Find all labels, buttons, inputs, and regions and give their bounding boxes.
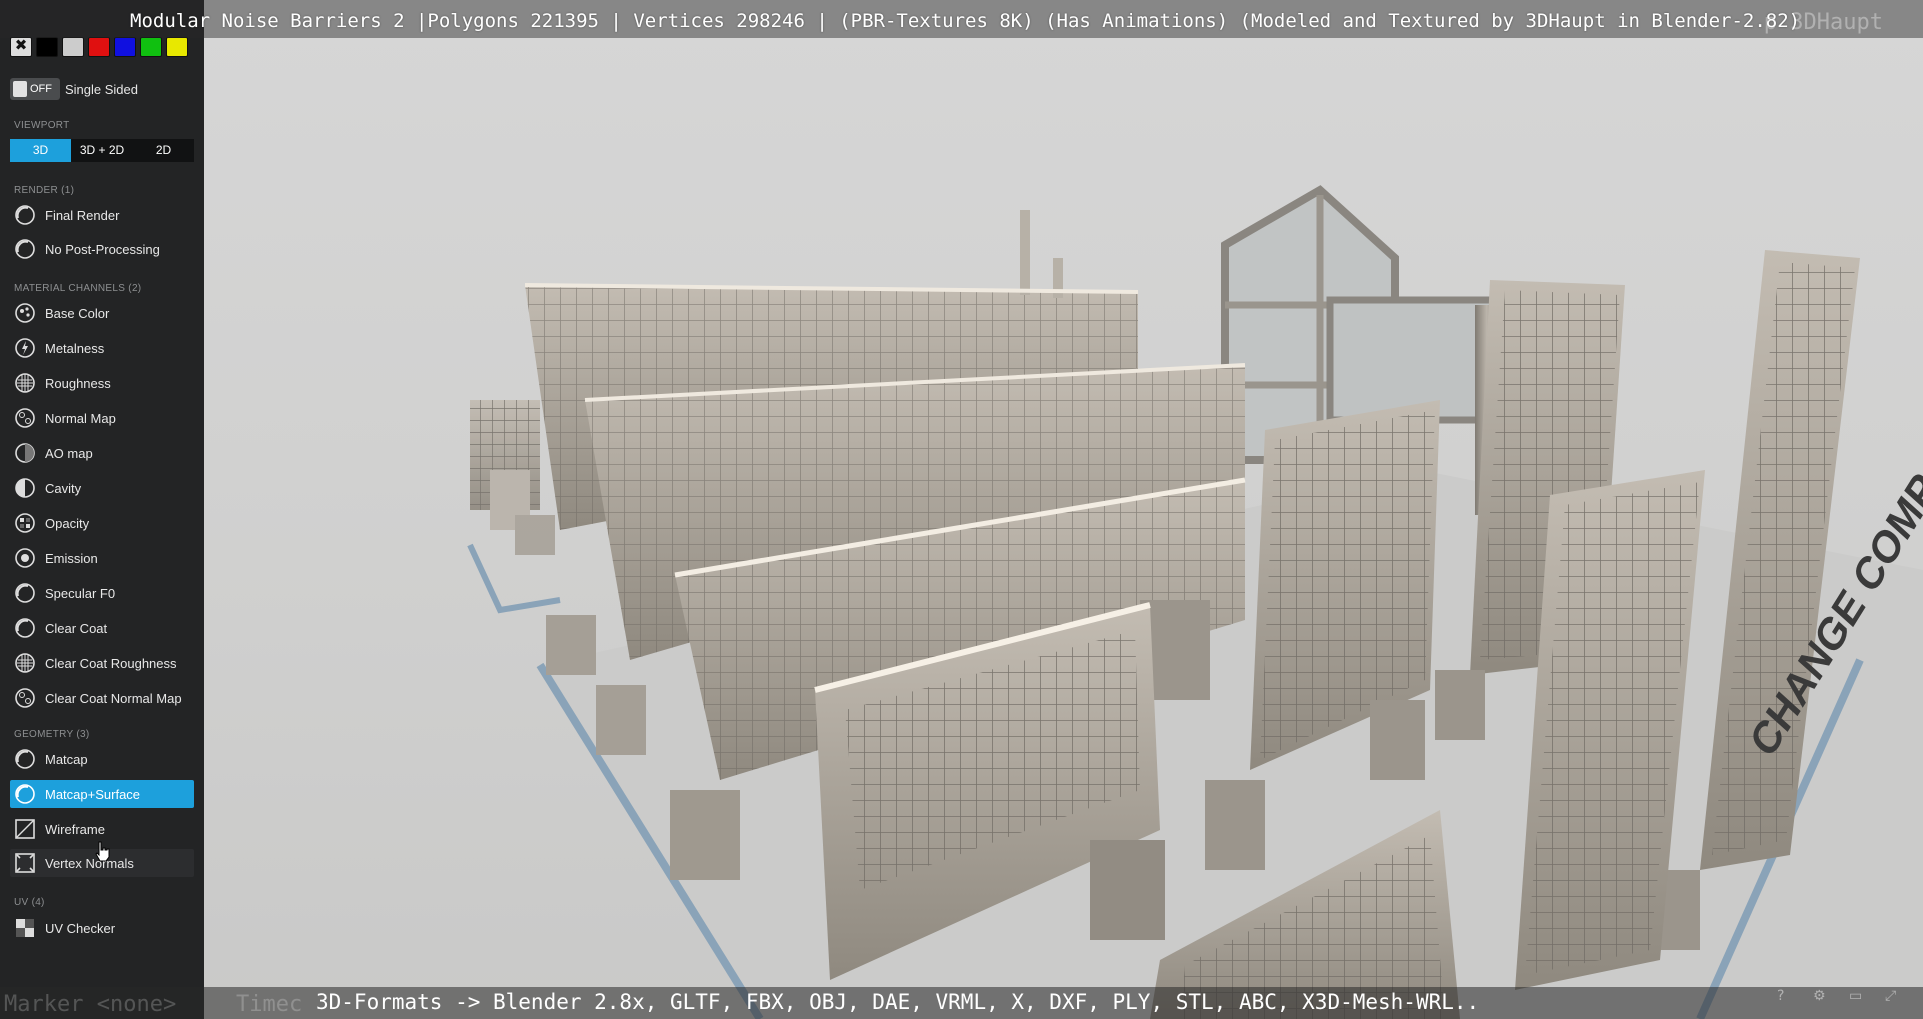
viewport-section-label: VIEWPORT (14, 120, 70, 131)
video-title: Modular Noise Barriers 2 |Polygons 22139… (130, 10, 1801, 32)
channel-clear-coat-roughness[interactable]: Clear Coat Roughness (10, 649, 194, 677)
uv-item-label: UV Checker (45, 920, 116, 936)
swatch-none-glyph: ✖ (14, 37, 28, 54)
ao-map-icon (14, 442, 36, 464)
uv-checker-icon (14, 917, 36, 939)
channel-clear-coat-normal-map[interactable]: Clear Coat Normal Map (10, 684, 194, 712)
single-sided-label: Single Sided (65, 82, 138, 97)
viewport-option-3d-2d[interactable]: 3D + 2D (71, 139, 133, 162)
ghost-marker-text: Marker <none> (4, 992, 177, 1017)
swatch-black[interactable] (36, 37, 58, 57)
channel-opacity[interactable]: Opacity (10, 509, 194, 537)
render-item-final-render[interactable]: Final Render (10, 201, 194, 229)
background-swatches: ✖ (10, 37, 188, 57)
render-section-label: RENDER (1) (14, 185, 75, 196)
opacity-icon (14, 512, 36, 534)
channel-clear-coat[interactable]: Clear Coat (10, 614, 194, 642)
ghost-timeline-text: Timec (236, 992, 303, 1017)
uv-section-label: UV (4) (14, 897, 45, 908)
toggle-knob (13, 81, 27, 97)
channel-label: Opacity (45, 515, 90, 531)
specular-icon (14, 582, 36, 604)
channel-label: Clear Coat Roughness (45, 655, 177, 671)
geometry-section-label: GEOMETRY (3) (14, 729, 90, 740)
render-item-label: No Post-Processing (45, 241, 160, 257)
viewport-segmented-control: 3D 3D + 2D 2D (10, 139, 194, 162)
final-render-icon (14, 204, 36, 226)
single-sided-toggle[interactable]: OFF (10, 78, 60, 100)
channel-ao-map[interactable]: AO map (10, 439, 194, 467)
fullscreen-icon[interactable]: ⤢ (1885, 988, 1903, 1006)
swatch-red[interactable] (88, 37, 110, 57)
channel-label: Base Color (45, 305, 110, 321)
clear-coat-normal-map-icon (14, 687, 36, 709)
geometry-item-label: Matcap+Surface (45, 786, 141, 802)
render-item-no-post-processing[interactable]: No Post-Processing (10, 235, 194, 263)
viewport-option-2d[interactable]: 2D (133, 139, 194, 162)
channel-emission[interactable]: Emission (10, 544, 194, 572)
vr-icon[interactable]: ▭ (1849, 988, 1867, 1006)
geometry-item-label: Vertex Normals (45, 855, 134, 871)
wireframe-icon (14, 818, 36, 840)
swatch-yellow[interactable] (166, 37, 188, 57)
roughness-icon (14, 372, 36, 394)
channel-roughness[interactable]: Roughness (10, 369, 194, 397)
swatch-grey[interactable] (62, 37, 84, 57)
uv-item-uv-checker[interactable]: UV Checker (10, 914, 194, 942)
swatch-green[interactable] (140, 37, 162, 57)
geometry-item-label: Matcap (45, 751, 88, 767)
channel-cavity[interactable]: Cavity (10, 474, 194, 502)
normal-map-icon (14, 407, 36, 429)
settings-icon[interactable]: ⚙ (1813, 988, 1831, 1006)
geometry-item-label: Wireframe (45, 821, 105, 837)
ghost-title-right: p 3DHaupt (1763, 10, 1883, 35)
matcap-icon (14, 748, 36, 770)
material-channels-section-label: MATERIAL CHANNELS (2) (14, 283, 142, 294)
swatch-blue[interactable] (114, 37, 136, 57)
channel-label: Normal Map (45, 410, 116, 426)
viewer-controls: ? ⚙ ▭ ⤢ (1777, 988, 1903, 1006)
scene-render: CHANGE COMPONENTS (467, 185, 1923, 1019)
hand-cursor-icon (95, 841, 110, 862)
channel-normal-map[interactable]: Normal Map (10, 404, 194, 432)
channel-label: Cavity (45, 480, 82, 496)
metalness-icon (14, 337, 36, 359)
swatch-none[interactable]: ✖ (10, 37, 32, 57)
channel-label: Roughness (45, 375, 111, 391)
geometry-item-wireframe[interactable]: Wireframe (10, 815, 194, 843)
clear-coat-roughness-icon (14, 652, 36, 674)
channel-specular-f0[interactable]: Specular F0 (10, 579, 194, 607)
channel-label: Clear Coat (45, 620, 108, 636)
toggle-state: OFF (30, 83, 52, 95)
formats-caption: 3D-Formats -> Blender 2.8x, GLTF, FBX, O… (316, 990, 1480, 1014)
render-item-label: Final Render (45, 207, 120, 223)
channel-label: AO map (45, 445, 93, 461)
cavity-icon (14, 477, 36, 499)
emission-icon (14, 547, 36, 569)
channel-label: Emission (45, 550, 98, 566)
base-color-icon (14, 302, 36, 324)
channel-metalness[interactable]: Metalness (10, 334, 194, 362)
channel-label: Metalness (45, 340, 105, 356)
vertex-normals-icon (14, 852, 36, 874)
help-icon[interactable]: ? (1777, 988, 1795, 1006)
geometry-item-matcap-surface[interactable]: Matcap+Surface (10, 780, 194, 808)
channel-label: Specular F0 (45, 585, 116, 601)
model-inspector-sidebar: ✖ OFF Single Sided VIEWPORT 3D 3D + 2D 2… (0, 0, 204, 1019)
viewport-option-3d[interactable]: 3D (10, 139, 71, 162)
matcap-surface-icon (14, 783, 36, 805)
geometry-item-matcap[interactable]: Matcap (10, 745, 194, 773)
channel-label: Clear Coat Normal Map (45, 690, 182, 706)
clear-coat-icon (14, 617, 36, 639)
channel-base-color[interactable]: Base Color (10, 299, 194, 327)
3d-viewport[interactable]: CHANGE COMPONENTS (0, 0, 1923, 1019)
no-post-processing-icon (14, 238, 36, 260)
